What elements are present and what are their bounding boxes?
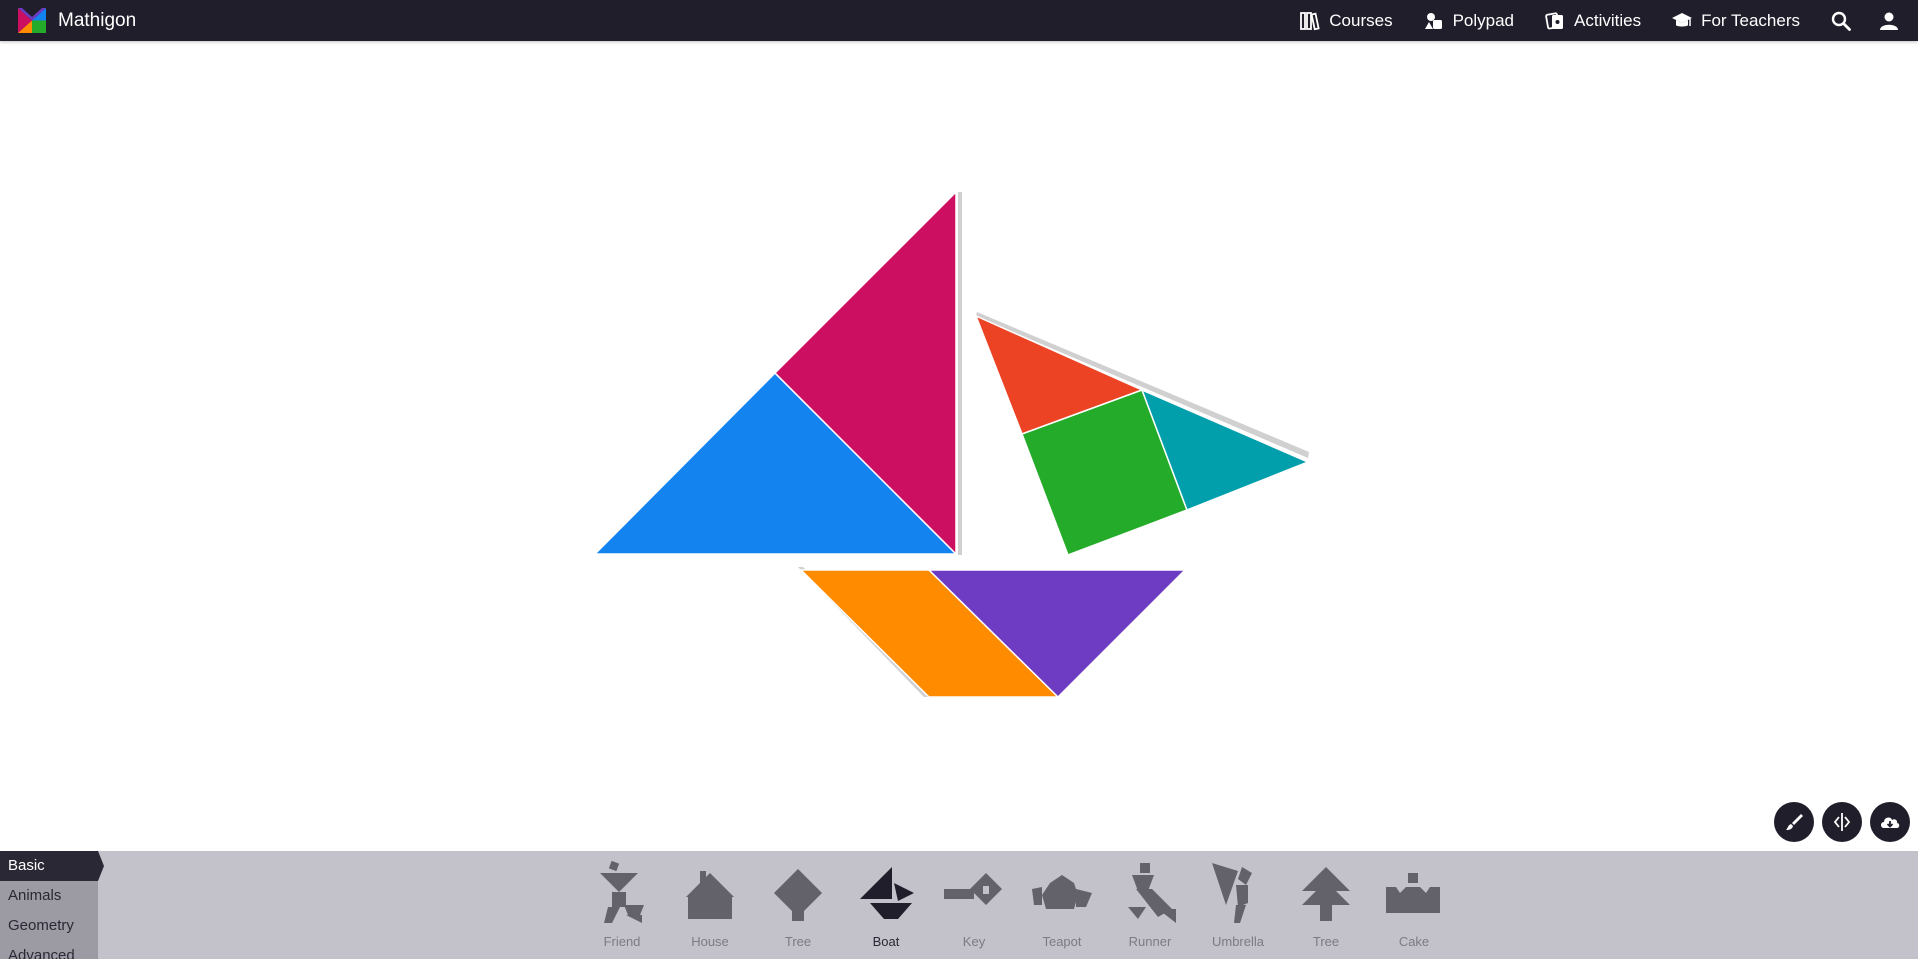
cloud-download-icon [1881, 817, 1900, 828]
category-list: Basic Animals Geometry Advanced [0, 851, 104, 959]
tree-silhouette-icon [774, 869, 822, 921]
puzzle-key[interactable]: Key [930, 859, 1018, 949]
nav-polypad-label: Polypad [1452, 10, 1515, 30]
category-animals[interactable]: Animals [0, 881, 98, 911]
puzzle-boat[interactable]: Boat [842, 859, 930, 949]
user-icon [1880, 12, 1898, 30]
tree-silhouette-icon [1302, 867, 1350, 921]
account-button[interactable] [1878, 10, 1900, 32]
puzzle-umbrella-label: Umbrella [1211, 934, 1264, 949]
flip-icon [1833, 813, 1851, 831]
puzzle-teapot-label: Teapot [1042, 934, 1082, 949]
puzzle-key-label: Key [962, 934, 986, 949]
cake-silhouette-icon [1386, 873, 1440, 913]
app-title: Mathigon [58, 9, 137, 31]
puzzle-friend-label: Friend [603, 934, 641, 949]
main-nav: Courses Polypad Activities For Teachers [1299, 0, 1918, 41]
tangram-board [593, 190, 1310, 699]
house-silhouette-icon [686, 871, 734, 919]
nav-courses[interactable]: Courses [1299, 10, 1393, 32]
category-basic[interactable]: Basic [0, 851, 104, 881]
nav-activities[interactable]: Activities [1544, 10, 1641, 32]
tangram-canvas[interactable] [0, 41, 1918, 851]
key-silhouette-icon [944, 873, 1002, 905]
puzzle-tree-2-label: Tree [1312, 934, 1340, 949]
download-button[interactable] [1870, 802, 1910, 842]
cards-icon [1545, 11, 1564, 29]
nav-polypad[interactable]: Polypad [1423, 10, 1514, 32]
puzzle-tree-2[interactable]: Tree [1282, 859, 1370, 949]
nav-activities-label: Activities [1574, 10, 1642, 30]
flip-button[interactable] [1822, 802, 1862, 842]
nav-for-teachers-label: For Teachers [1701, 10, 1800, 30]
puzzle-umbrella[interactable]: Umbrella [1194, 859, 1282, 949]
nav-for-teachers[interactable]: For Teachers [1671, 10, 1800, 32]
brand-home-link[interactable]: Mathigon [18, 8, 136, 33]
puzzle-runner[interactable]: Runner [1106, 859, 1194, 949]
puzzle-house-label: House [691, 934, 729, 949]
puzzle-drawer: Basic Animals Geometry Advanced Friend H… [0, 851, 1918, 959]
draw-button[interactable] [1774, 802, 1814, 842]
canvas-tools [1766, 802, 1910, 842]
polypad-icon [1424, 12, 1442, 29]
search-button[interactable] [1830, 10, 1852, 32]
friend-silhouette-icon [600, 860, 644, 923]
puzzle-runner-label: Runner [1128, 934, 1172, 949]
boat-silhouette-icon [860, 867, 914, 919]
puzzle-boat-label: Boat [872, 934, 900, 949]
puzzle-house[interactable]: House [666, 859, 754, 949]
nav-courses-label: Courses [1329, 10, 1393, 30]
runner-silhouette-icon [1128, 863, 1176, 923]
mathigon-logo-icon [18, 8, 46, 33]
umbrella-silhouette-icon [1212, 863, 1252, 923]
teapot-silhouette-icon [1032, 875, 1092, 909]
puzzle-tree-1-label: Tree [784, 934, 812, 949]
puzzle-tree-1[interactable]: Tree [754, 859, 842, 949]
search-icon [1831, 11, 1851, 31]
brush-icon [1786, 814, 1803, 830]
category-advanced[interactable]: Advanced [0, 941, 98, 959]
graduation-cap-icon [1672, 12, 1693, 26]
books-icon [1300, 11, 1320, 30]
category-geometry[interactable]: Geometry [0, 911, 98, 941]
puzzle-list: Friend House Tree Boat Key Teapot Runner… [578, 859, 1458, 949]
puzzle-cake[interactable]: Cake [1370, 859, 1458, 949]
puzzle-cake-label: Cake [1398, 934, 1430, 949]
top-navigation-bar: Mathigon Courses Polypad Activities For … [0, 0, 1918, 41]
puzzle-teapot[interactable]: Teapot [1018, 859, 1106, 949]
puzzle-friend[interactable]: Friend [578, 859, 666, 949]
